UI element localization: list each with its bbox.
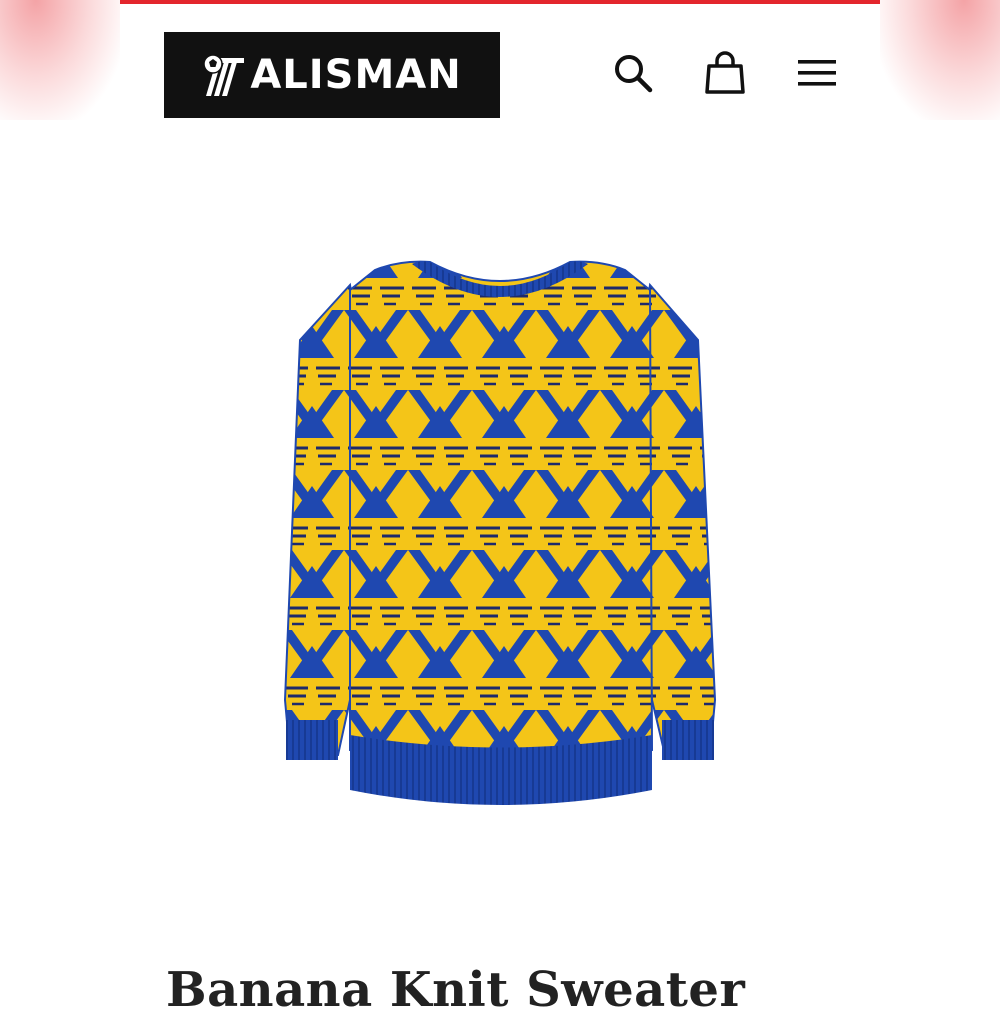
header-actions (610, 50, 840, 96)
search-icon (615, 55, 653, 93)
background-glow-left (0, 0, 120, 120)
site-logo[interactable]: ALISMAN (164, 32, 500, 118)
menu-button[interactable] (794, 50, 840, 96)
product-page: ALISMAN Banana Knit Sweater (120, 0, 880, 1018)
menu-icon (798, 60, 836, 86)
background-glow-right (880, 0, 1000, 120)
product-title: Banana Knit Sweater (166, 962, 746, 1018)
accent-bar (120, 0, 880, 4)
ball-icon (203, 54, 245, 96)
cart-icon (705, 51, 745, 94)
logo-text: ALISMAN (250, 52, 462, 98)
search-button[interactable] (610, 50, 656, 96)
product-image[interactable] (280, 230, 720, 820)
cart-button[interactable] (702, 50, 748, 96)
